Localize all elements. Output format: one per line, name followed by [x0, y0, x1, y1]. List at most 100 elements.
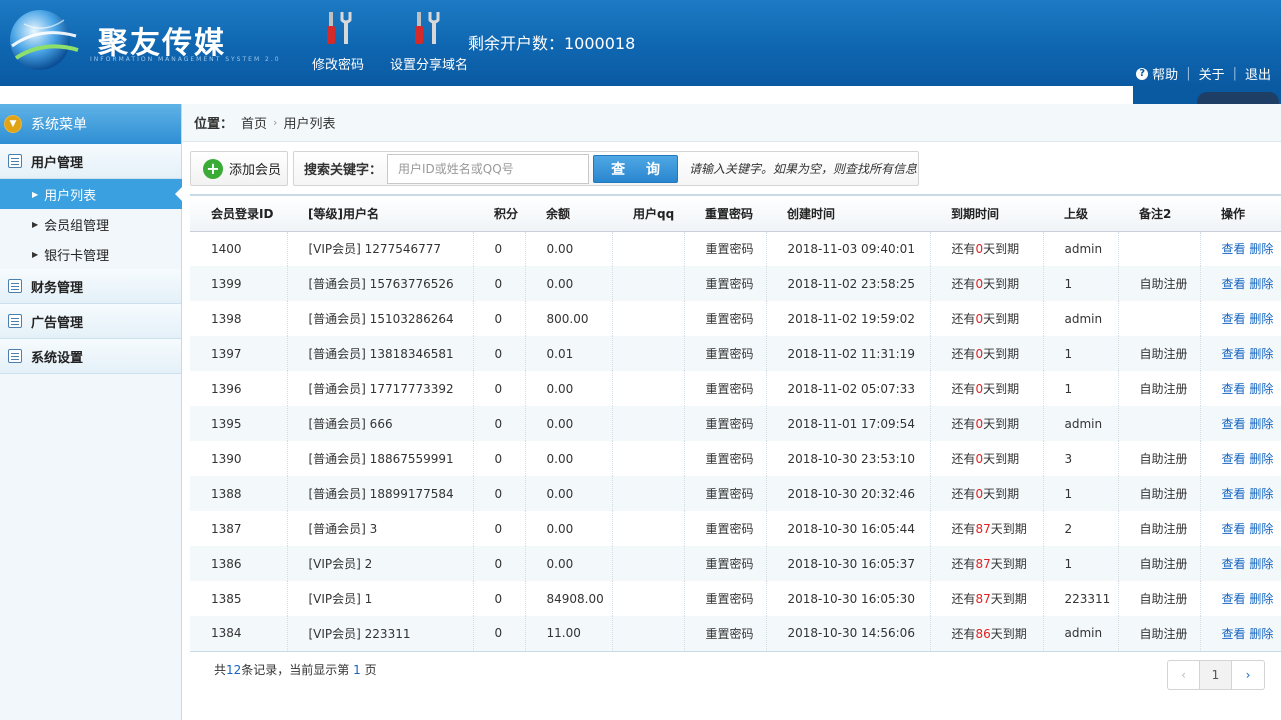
expiry-days: 0 [975, 312, 984, 326]
delete-link[interactable]: 删除 [1249, 417, 1273, 431]
cell-reset[interactable]: 重置密码 [683, 266, 766, 301]
column-header[interactable]: 备注2 [1118, 195, 1200, 232]
expiry-days: 86 [975, 626, 991, 641]
cell-qq [611, 406, 684, 441]
cell-reset[interactable]: 重置密码 [683, 616, 766, 652]
view-link[interactable]: 查看 [1222, 522, 1246, 536]
table-header-row: 会员登录ID [等级]用户名 积分 余额 用户qq 重置密码 创建时间 到期时间… [190, 195, 1281, 232]
expiry-suffix: 天到期 [983, 382, 1020, 396]
about-link[interactable]: 关于 [1199, 64, 1225, 83]
column-header[interactable]: 会员登录ID [190, 195, 287, 232]
delete-link[interactable]: 删除 [1249, 487, 1273, 501]
cell-points: 0 [472, 441, 525, 476]
cell-user: [普通会员] 3 [286, 511, 473, 546]
cell-points: 0 [472, 336, 525, 371]
view-link[interactable]: 查看 [1222, 347, 1246, 361]
column-header[interactable]: 到期时间 [930, 195, 1043, 232]
sidebar-item-label: 用户列表 [44, 188, 97, 204]
expiry-days: 0 [975, 347, 984, 361]
cell-balance: 0.00 [524, 511, 612, 546]
cell-created: 2018-10-30 16:05:37 [765, 546, 930, 581]
logout-link[interactable]: 退出 [1245, 64, 1271, 83]
expiry-days: 0 [975, 277, 984, 291]
cell-actions: 查看 删除 [1199, 616, 1281, 652]
column-header[interactable]: [等级]用户名 [287, 195, 473, 232]
cell-reset[interactable]: 重置密码 [683, 581, 766, 616]
breadcrumb-home[interactable]: 首页 [241, 113, 267, 132]
delete-link[interactable]: 删除 [1249, 557, 1273, 571]
sidebar-group-label: 用户管理 [31, 155, 84, 171]
cell-reset[interactable]: 重置密码 [683, 546, 766, 581]
delete-link[interactable]: 删除 [1249, 347, 1273, 361]
list-icon [8, 349, 22, 363]
cell-qq [611, 301, 684, 336]
next-page-button[interactable]: › [1232, 661, 1264, 689]
column-header[interactable]: 创建时间 [766, 195, 930, 232]
view-link[interactable]: 查看 [1222, 382, 1246, 396]
cell-created: 2018-10-30 14:56:06 [765, 616, 930, 652]
page-number-button[interactable]: 1 [1200, 661, 1232, 689]
cell-reset[interactable]: 重置密码 [683, 336, 766, 371]
brand-subtitle: INFORMATION MANAGEMENT SYSTEM 2.0 [90, 56, 281, 63]
view-link[interactable]: 查看 [1222, 312, 1246, 326]
delete-link[interactable]: 删除 [1249, 242, 1273, 256]
expiry-suffix: 天到期 [983, 452, 1020, 466]
sidebar-item-member-groups[interactable]: ▶ 会员组管理 [0, 209, 181, 239]
cell-id: 1399 [190, 266, 287, 301]
sidebar-item-bank-cards[interactable]: ▶ 银行卡管理 [0, 239, 181, 269]
cell-reset[interactable]: 重置密码 [683, 441, 766, 476]
cell-reset[interactable]: 重置密码 [683, 301, 766, 336]
cell-reset[interactable]: 重置密码 [683, 231, 766, 266]
delete-link[interactable]: 删除 [1249, 522, 1273, 536]
expiry-suffix: 天到期 [983, 312, 1020, 326]
view-link[interactable]: 查看 [1222, 592, 1246, 606]
view-link[interactable]: 查看 [1222, 487, 1246, 501]
cell-reset[interactable]: 重置密码 [683, 371, 766, 406]
column-header[interactable]: 余额 [525, 195, 612, 232]
cell-reset[interactable]: 重置密码 [683, 406, 766, 441]
sidebar-group-users[interactable]: 用户管理 [0, 144, 181, 179]
view-link[interactable]: 查看 [1222, 627, 1246, 641]
cell-points: 0 [472, 266, 525, 301]
cell-reset[interactable]: 重置密码 [683, 476, 766, 511]
list-icon [8, 314, 22, 328]
delete-link[interactable]: 删除 [1249, 382, 1273, 396]
sidebar-group-settings[interactable]: 系统设置 [0, 339, 181, 374]
search-input[interactable] [387, 153, 590, 184]
cell-qq [611, 546, 684, 581]
column-header[interactable]: 重置密码 [684, 195, 766, 232]
table-row: 1400 [VIP会员] 1277546777 0 0.00 重置密码 2018-11-0… [190, 231, 1281, 266]
column-header: 操作 [1200, 195, 1281, 232]
sidebar-item-user-list[interactable]: ▶ 用户列表 [0, 179, 182, 209]
column-header[interactable]: 上级 [1043, 195, 1118, 232]
cell-created: 2018-11-02 05:07:33 [765, 371, 930, 406]
prev-page-button[interactable]: ‹ [1168, 661, 1200, 689]
help-link[interactable]: 帮助 [1152, 64, 1178, 83]
cell-qq [611, 476, 684, 511]
change-password-button[interactable]: 修改密码 [302, 8, 374, 73]
delete-link[interactable]: 删除 [1249, 452, 1273, 466]
view-link[interactable]: 查看 [1222, 417, 1246, 431]
share-domain-button[interactable]: 设置分享域名 [390, 8, 468, 73]
delete-link[interactable]: 删除 [1249, 312, 1273, 326]
expiry-prefix: 还有 [951, 487, 976, 501]
cell-reset[interactable]: 重置密码 [683, 511, 766, 546]
column-header[interactable]: 积分 [473, 195, 525, 232]
search-button[interactable]: 查 询 [593, 154, 679, 183]
view-link[interactable]: 查看 [1222, 242, 1246, 256]
delete-link[interactable]: 删除 [1249, 277, 1273, 291]
view-link[interactable]: 查看 [1222, 557, 1246, 571]
user-table-body: 1400 [VIP会员] 1277546777 0 0.00 重置密码 2018-11-0… [190, 231, 1281, 652]
caret-right-icon: ▶ [32, 189, 39, 199]
cell-points: 0 [472, 231, 525, 266]
chevron-right-icon: › [273, 116, 278, 129]
column-header[interactable]: 用户qq [612, 195, 684, 232]
sidebar-group-ads[interactable]: 广告管理 [0, 304, 181, 339]
cell-balance: 11.00 [524, 616, 612, 652]
sidebar-group-finance[interactable]: 财务管理 [0, 269, 181, 304]
view-link[interactable]: 查看 [1222, 452, 1246, 466]
delete-link[interactable]: 删除 [1249, 627, 1273, 641]
add-member-button[interactable]: + 添加会员 [190, 151, 288, 186]
view-link[interactable]: 查看 [1222, 277, 1246, 291]
delete-link[interactable]: 删除 [1249, 592, 1273, 606]
